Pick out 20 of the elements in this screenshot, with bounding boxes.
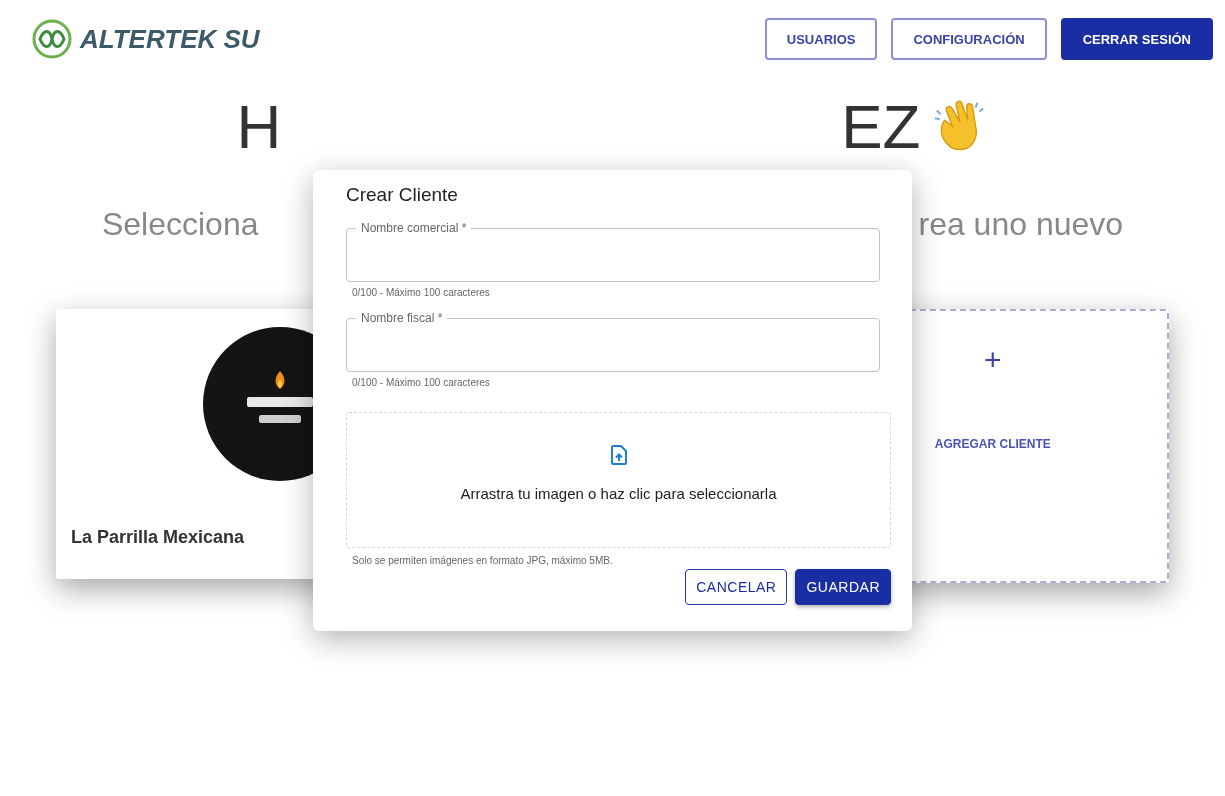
header-button[interactable]: CONFIGURACIÓN bbox=[891, 18, 1047, 60]
dialog-button[interactable]: GUARDAR bbox=[795, 569, 891, 605]
logo-text: ALTERTEK SU bbox=[80, 23, 260, 55]
greeting-heading: EZ bbox=[841, 90, 921, 162]
dialog-title: Crear Cliente bbox=[346, 184, 459, 206]
greeting-heading: H bbox=[236, 90, 282, 162]
drop-zone-text: Arrastra tu imagen o haz clic para seleccionarla bbox=[460, 485, 777, 502]
header-button[interactable]: USUARIOS bbox=[764, 18, 878, 60]
header-button[interactable]: CERRAR SESIÓN bbox=[1060, 18, 1213, 60]
add-client-label: AGREGAR CLIENTE bbox=[934, 437, 1051, 451]
dialog-button[interactable]: CANCELAR bbox=[685, 569, 788, 605]
image-drop-zone[interactable]: Arrastra tu imagen o haz clic para seleccionarla bbox=[346, 412, 891, 548]
plus-icon: + bbox=[984, 343, 1002, 377]
text-field[interactable]: Nombre comercial * bbox=[346, 220, 880, 282]
file-upload-icon bbox=[610, 445, 627, 465]
logo-icon bbox=[32, 19, 72, 59]
greeting-subtitle: Selecciona bbox=[101, 206, 259, 243]
field-hint: 0/100 - Máximo 100 caracteres bbox=[352, 287, 491, 298]
client-name: La Parrilla Mexicana bbox=[71, 527, 246, 548]
greeting-subtitle: rea uno nuevo bbox=[918, 206, 1124, 243]
